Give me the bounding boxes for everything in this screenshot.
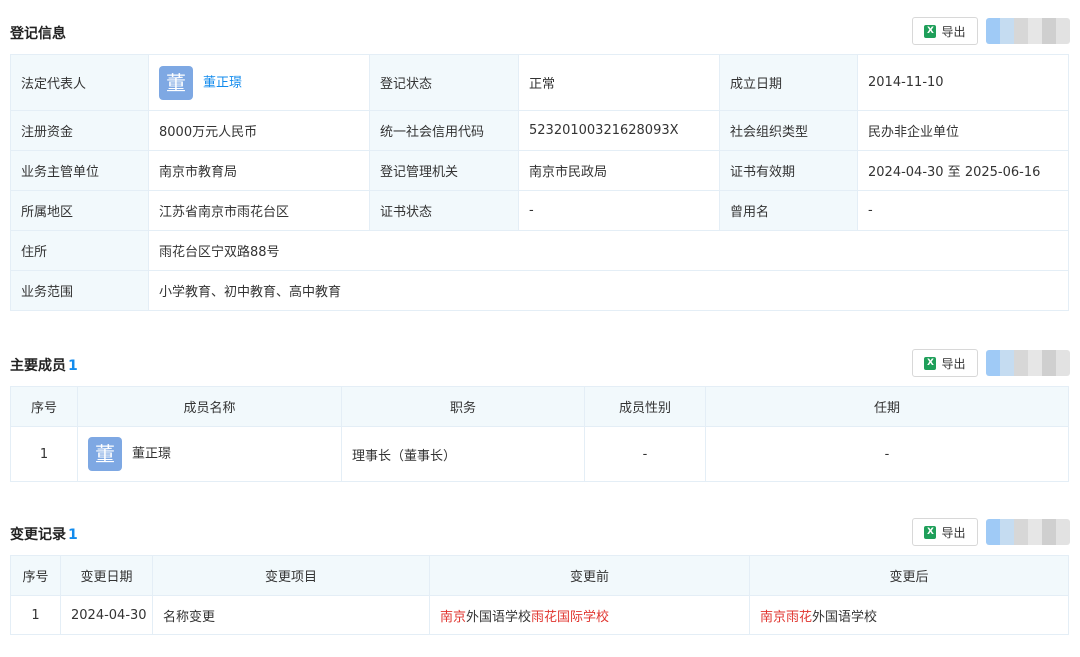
member-name-cell: 董董正璟 [77, 426, 342, 482]
members-table: 序号 成员名称 职务 成员性别 任期 1 董董正璟 理事长（董事长） - - [10, 386, 1069, 482]
field-value: 民办非企业单位 [857, 110, 1069, 151]
registration-header: 登记信息 X 导出 [10, 14, 1070, 50]
export-label: 导出 [941, 24, 966, 39]
field-label: 统一社会信用代码 [369, 110, 519, 151]
change-after-highlight: 南京雨花 [760, 609, 813, 625]
registration-row: 所属地区 江苏省南京市雨花台区 证书状态 - 曾用名 - [10, 190, 1069, 231]
column-header: 序号 [10, 555, 61, 596]
change-before: 南京外国语学校雨花国际学校 [429, 595, 750, 635]
field-label: 业务主管单位 [10, 150, 149, 191]
field-label: 证书状态 [369, 190, 519, 231]
field-value: - [518, 190, 720, 231]
field-label: 所属地区 [10, 190, 149, 231]
change-after-text: 外国语学校 [812, 609, 878, 625]
blurred-action [986, 18, 1070, 44]
registration-title-text: 登记信息 [10, 26, 66, 42]
registration-row: 法定代表人 董董正璟 登记状态 正常 成立日期 2014-11-10 [10, 54, 1069, 111]
changes-export-button[interactable]: X 导出 [912, 518, 978, 546]
members-title: 主要成员 1 [10, 355, 78, 375]
changes-title: 变更记录 1 [10, 524, 78, 544]
field-label: 登记管理机关 [369, 150, 519, 191]
field-value: 南京市教育局 [148, 150, 370, 191]
change-before-highlight: 雨花国际学校 [531, 609, 610, 625]
field-label: 业务范围 [10, 270, 149, 311]
column-header: 成员名称 [77, 386, 342, 427]
changes-title-text: 变更记录 [10, 527, 66, 543]
excel-icon: X [924, 24, 937, 38]
changes-header-row: 序号 变更日期 变更项目 变更前 变更后 [10, 555, 1069, 596]
field-label: 社会组织类型 [719, 110, 858, 151]
field-label: 法定代表人 [10, 54, 149, 111]
registration-row: 业务范围 小学教育、初中教育、高中教育 [10, 270, 1069, 311]
field-value: - [857, 190, 1069, 231]
registration-export-button[interactable]: X 导出 [912, 17, 978, 45]
legal-representative: 董董正璟 [148, 54, 370, 111]
changes-header: 变更记录 1 X 导出 [10, 515, 1070, 551]
change-item: 名称变更 [152, 595, 430, 635]
change-before-highlight: 南京 [440, 609, 467, 625]
field-value: 2024-04-30 至 2025-06-16 [857, 150, 1069, 191]
field-value: 南京市民政局 [518, 150, 720, 191]
members-count: 1 [68, 358, 78, 374]
member-name[interactable]: 董正璟 [132, 447, 171, 462]
field-label: 登记状态 [369, 54, 519, 111]
change-after: 南京雨花外国语学校 [749, 595, 1069, 635]
change-index: 1 [10, 595, 61, 635]
field-value: 52320100321628093X [518, 110, 720, 151]
field-value: 小学教育、初中教育、高中教育 [148, 270, 1069, 311]
column-header: 任期 [705, 386, 1069, 427]
column-header: 变更后 [749, 555, 1069, 596]
member-term: - [705, 426, 1069, 482]
field-value: 江苏省南京市雨花台区 [148, 190, 370, 231]
members-header: 主要成员 1 X 导出 [10, 346, 1070, 382]
change-before-text: 外国语学校 [466, 609, 532, 625]
table-row: 1 董董正璟 理事长（董事长） - - [10, 426, 1069, 482]
blurred-action [986, 519, 1070, 545]
members-title-text: 主要成员 [10, 358, 66, 374]
column-header: 变更项目 [152, 555, 430, 596]
column-header: 职务 [341, 386, 585, 427]
field-label: 曾用名 [719, 190, 858, 231]
registration-row: 注册资金 8000万元人民币 统一社会信用代码 5232010032162809… [10, 110, 1069, 151]
legal-representative-link[interactable]: 董正璟 [203, 75, 242, 90]
registration-row: 业务主管单位 南京市教育局 登记管理机关 南京市民政局 证书有效期 2024-0… [10, 150, 1069, 191]
field-label: 注册资金 [10, 110, 149, 151]
avatar-icon: 董 [159, 65, 193, 100]
blurred-action [986, 350, 1070, 376]
field-value: 雨花台区宁双路88号 [148, 230, 1069, 271]
registration-row: 住所 雨花台区宁双路88号 [10, 230, 1069, 271]
registration-title: 登记信息 [10, 23, 66, 43]
field-label: 住所 [10, 230, 149, 271]
members-header-row: 序号 成员名称 职务 成员性别 任期 [10, 386, 1069, 427]
field-value: 2014-11-10 [857, 54, 1069, 111]
member-position: 理事长（董事长） [341, 426, 585, 482]
field-value: 正常 [518, 54, 720, 111]
field-value: 8000万元人民币 [148, 110, 370, 151]
field-label: 成立日期 [719, 54, 858, 111]
column-header: 变更前 [429, 555, 750, 596]
changes-table: 序号 变更日期 变更项目 变更前 变更后 1 2024-04-30 名称变更 南… [10, 555, 1069, 635]
members-export-button[interactable]: X 导出 [912, 349, 978, 377]
excel-icon: X [924, 525, 937, 539]
avatar-icon: 董 [88, 437, 122, 471]
export-label: 导出 [941, 525, 966, 540]
table-row: 1 2024-04-30 名称变更 南京外国语学校雨花国际学校 南京雨花外国语学… [10, 595, 1069, 635]
change-date: 2024-04-30 [60, 595, 153, 635]
field-label: 证书有效期 [719, 150, 858, 191]
column-header: 序号 [10, 386, 78, 427]
member-index: 1 [10, 426, 78, 482]
excel-icon: X [924, 356, 937, 370]
registration-table: 法定代表人 董董正璟 登记状态 正常 成立日期 2014-11-10 注册资金 … [10, 54, 1069, 311]
export-label: 导出 [941, 356, 966, 371]
member-gender: - [584, 426, 706, 482]
changes-count: 1 [68, 527, 78, 543]
column-header: 变更日期 [60, 555, 153, 596]
column-header: 成员性别 [584, 386, 706, 427]
